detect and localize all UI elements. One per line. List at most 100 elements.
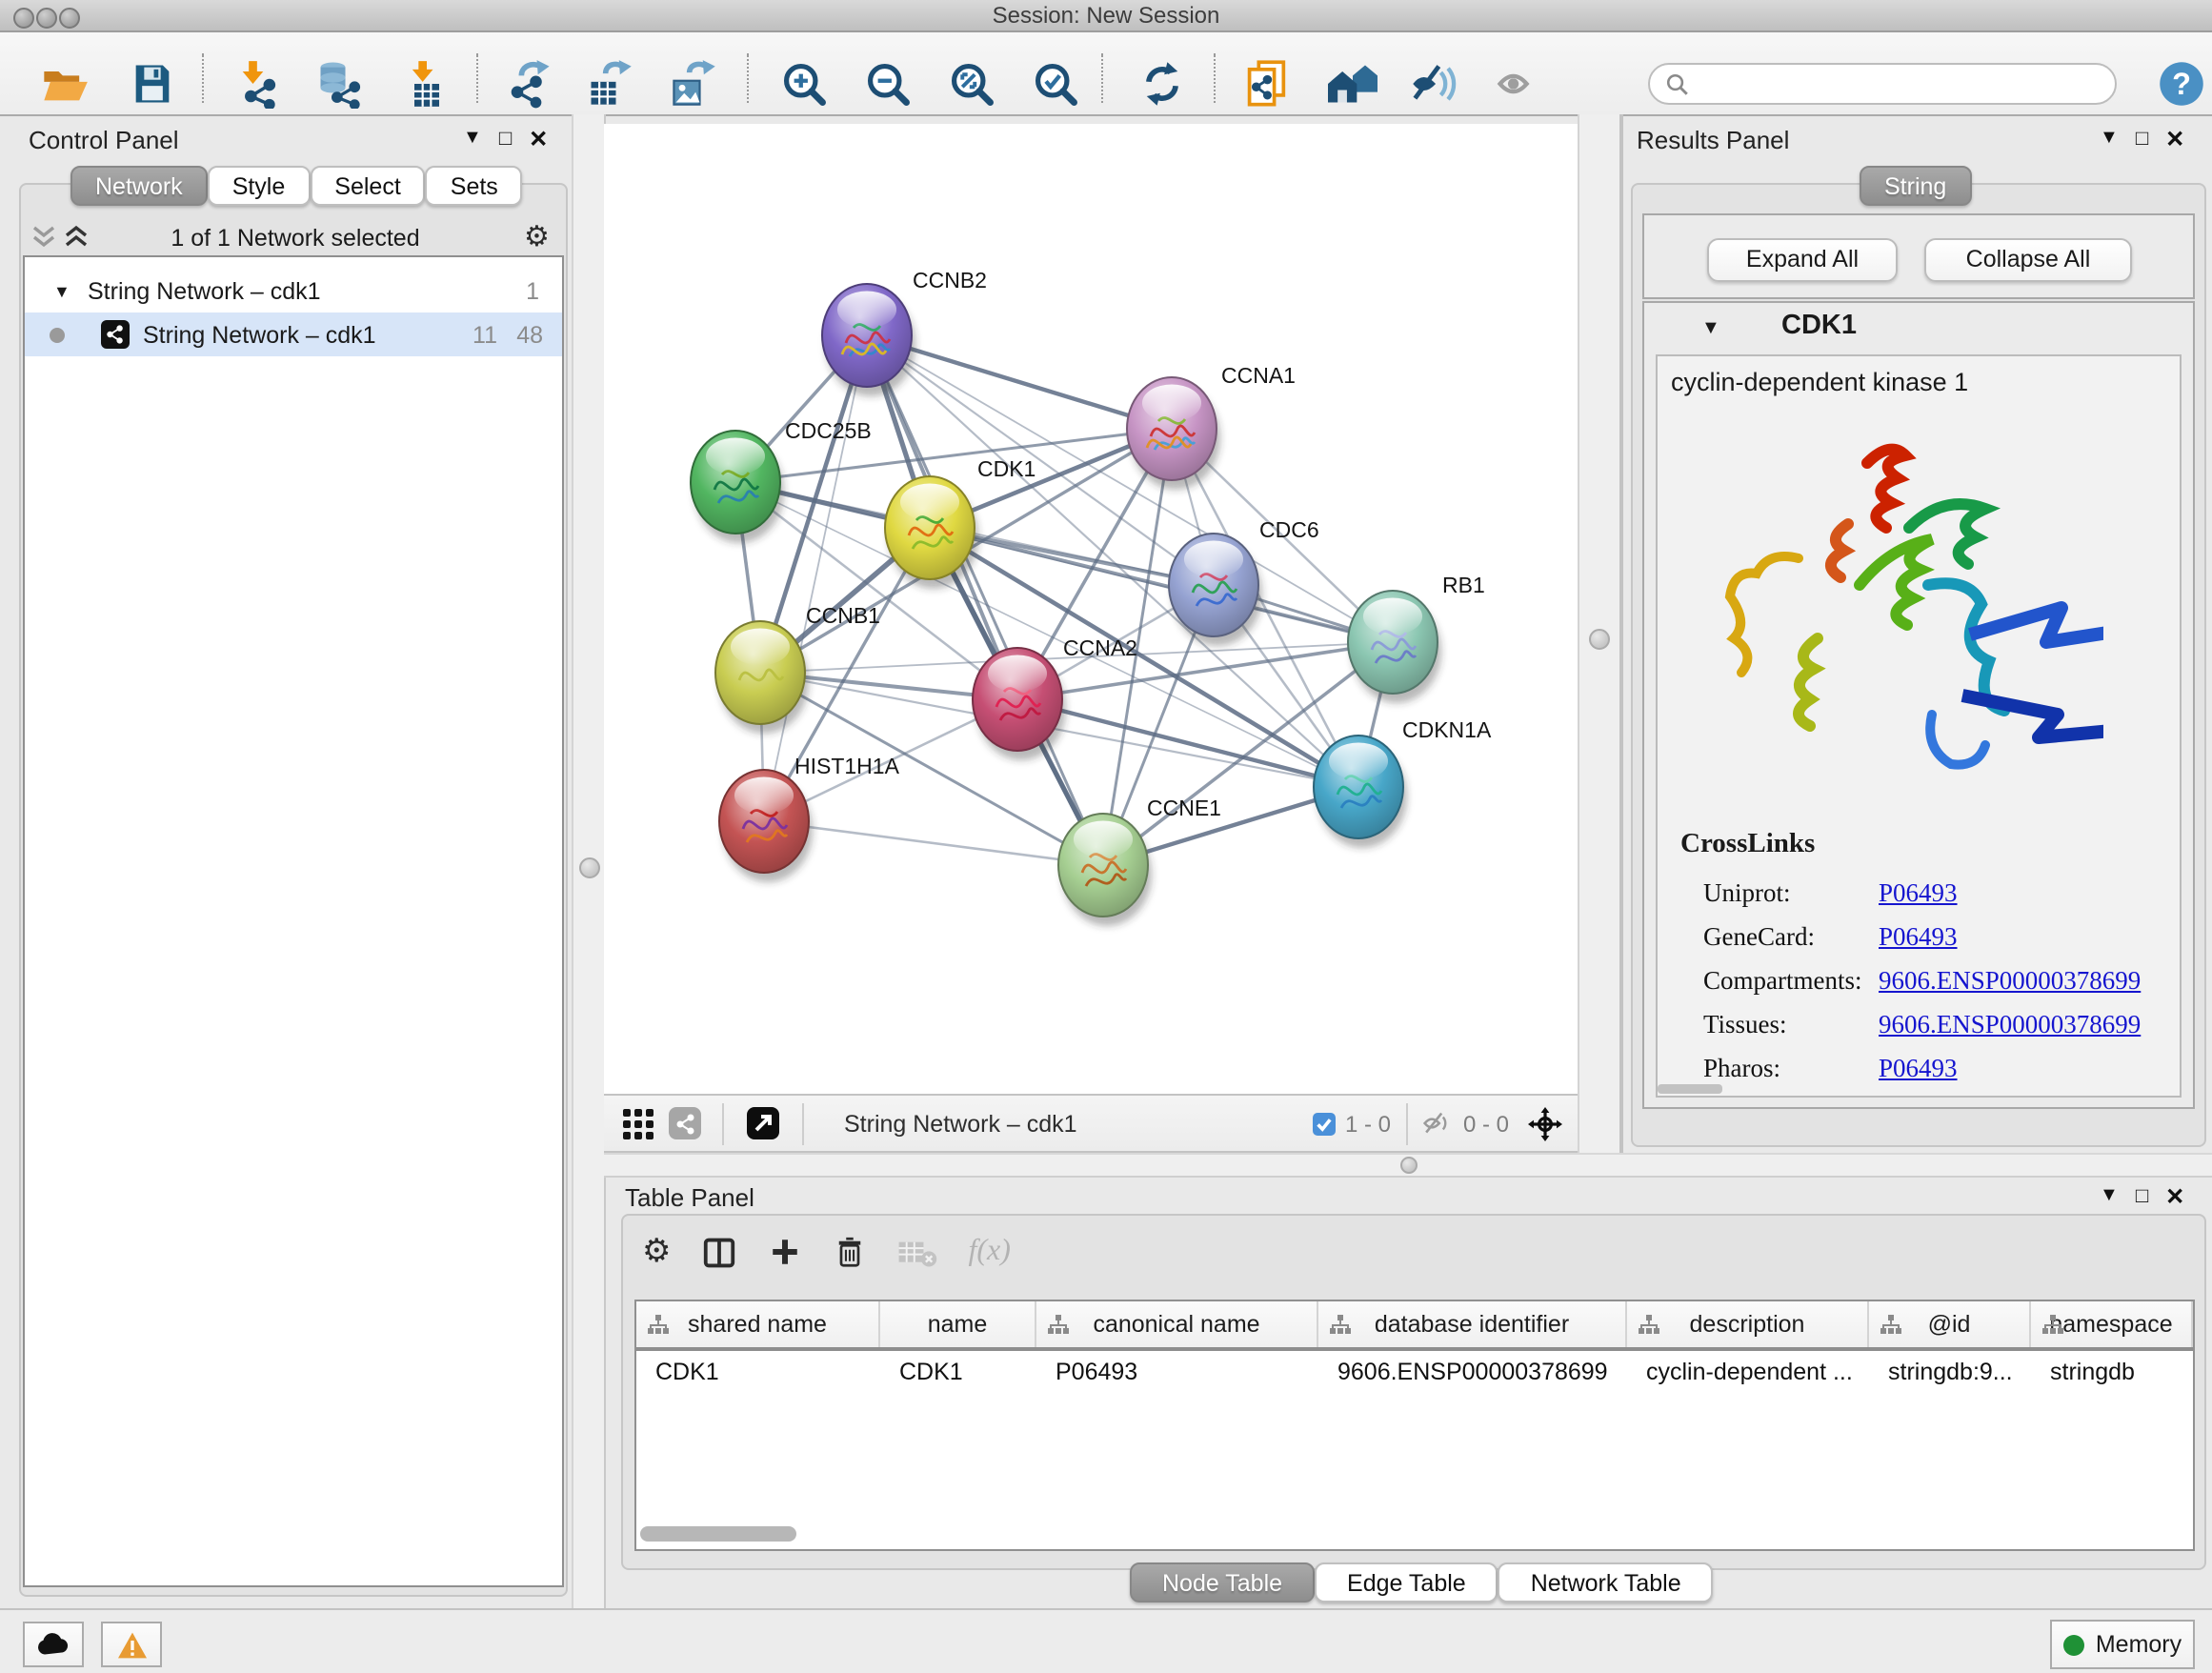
network-node-CDC25B[interactable]: CDC25B (691, 418, 872, 543)
cell-name[interactable]: CDK1 (880, 1359, 1036, 1385)
column-header-database-identifier[interactable]: database identifier (1318, 1301, 1627, 1347)
apply-preferred-layout-icon[interactable] (1137, 59, 1187, 109)
save-session-icon[interactable] (128, 59, 177, 109)
import-network-from-file-icon[interactable] (234, 59, 284, 109)
export-network-icon[interactable] (505, 59, 554, 109)
tab-select[interactable]: Select (310, 166, 426, 206)
network-node-HIST1H1A[interactable]: HIST1H1A (719, 754, 900, 882)
search-box[interactable] (1648, 63, 2117, 105)
detach-view-icon[interactable] (747, 1107, 779, 1139)
network-tree-root-row[interactable]: ▼ String Network – cdk1 1 (25, 269, 562, 312)
network-node-CCNE1[interactable]: CCNE1 (1058, 796, 1221, 926)
zoom-selected-icon[interactable] (1031, 59, 1080, 109)
cell-namespace[interactable]: stringdb (2031, 1359, 2193, 1385)
show-graphics-details-icon[interactable] (1328, 59, 1377, 109)
float-panel-icon[interactable]: ▼ (463, 128, 482, 151)
column-header-namespace[interactable]: namespace (2031, 1301, 2193, 1347)
section-expander-icon[interactable]: ▼ (1701, 318, 1720, 339)
float-panel-icon[interactable]: ▼ (2100, 128, 2119, 151)
zoom-fit-icon[interactable] (947, 59, 996, 109)
cloud-services-button[interactable] (23, 1622, 84, 1667)
import-table-from-file-icon[interactable] (402, 59, 452, 109)
cell-shared-name[interactable]: CDK1 (636, 1359, 880, 1385)
expand-all-networks-icon[interactable] (63, 223, 90, 250)
tab-string[interactable]: String (1860, 166, 1971, 206)
column-header-id[interactable]: @id (1869, 1301, 2031, 1347)
network-node-CDC6[interactable]: CDC6 (1169, 517, 1319, 646)
collapse-all-button[interactable]: Collapse All (1924, 238, 2132, 282)
network-node-CDKN1A[interactable]: CDKN1A (1314, 717, 1492, 848)
tab-network[interactable]: Network (70, 166, 208, 206)
cell-description[interactable]: cyclin-dependent ... (1627, 1359, 1869, 1385)
cell-database-identifier[interactable]: 9606.ENSP00000378699 (1318, 1359, 1627, 1385)
column-header-canonical-name[interactable]: canonical name (1036, 1301, 1318, 1347)
crosslink-tissues[interactable]: 9606.ENSP00000378699 (1879, 1009, 2141, 1039)
undock-panel-icon[interactable]: □ (499, 128, 512, 151)
network-canvas[interactable]: CCNB2CCNA1CDC25BCDK1CDC6RB1CCNB1CCNA2CDK… (604, 124, 1578, 1094)
show-grid-icon[interactable] (623, 1108, 654, 1139)
string-network-graph[interactable]: CCNB2CCNA1CDC25BCDK1CDC6RB1CCNB1CCNA2CDK… (604, 124, 1578, 1094)
undock-panel-icon[interactable]: □ (2136, 1185, 2148, 1208)
hidden-eye-icon[interactable] (1423, 1111, 1454, 1136)
table-options-gear-icon[interactable]: ⚙ (642, 1233, 672, 1271)
export-image-icon[interactable] (669, 59, 718, 109)
left-splitter-grip[interactable] (578, 857, 599, 878)
undock-panel-icon[interactable]: □ (2136, 128, 2148, 151)
right-splitter-grip[interactable] (1589, 629, 1610, 650)
delete-table-icon[interactable] (898, 1236, 938, 1268)
cell-canonical-name[interactable]: P06493 (1036, 1359, 1318, 1385)
string-view-icon[interactable] (669, 1107, 701, 1139)
export-table-icon[interactable] (585, 59, 634, 109)
open-session-icon[interactable] (40, 59, 90, 109)
help-icon[interactable]: ? (2157, 59, 2206, 109)
crosslink-genecard[interactable]: P06493 (1879, 921, 1958, 952)
search-input[interactable] (1699, 69, 2100, 99)
tab-network-table[interactable]: Network Table (1498, 1562, 1714, 1602)
network-panel-options-gear-icon[interactable]: ⚙ (524, 219, 550, 253)
table-horizontal-scrollbar[interactable] (640, 1526, 796, 1542)
show-columns-icon[interactable] (702, 1234, 738, 1270)
network-node-RB1[interactable]: RB1 (1348, 573, 1485, 703)
network-node-CCNA1[interactable]: CCNA1 (1127, 363, 1296, 490)
close-panel-icon[interactable]: ✕ (2165, 1185, 2184, 1208)
column-header-name[interactable]: name (880, 1301, 1036, 1347)
horizontal-splitter-grip[interactable] (1400, 1157, 1418, 1174)
tab-edge-table[interactable]: Edge Table (1315, 1562, 1498, 1602)
network-node-CCNB2[interactable]: CCNB2 (822, 268, 987, 396)
network-tree-selected-row[interactable]: String Network – cdk1 11 48 (25, 312, 562, 356)
close-panel-icon[interactable]: ✕ (529, 128, 548, 151)
warnings-button[interactable] (101, 1622, 162, 1667)
crosslink-compartments[interactable]: 9606.ENSP00000378699 (1879, 965, 2141, 996)
crosslink-pharos[interactable]: P06493 (1879, 1053, 1958, 1083)
crosslink-uniprot[interactable]: P06493 (1879, 877, 1958, 908)
column-header-shared-name[interactable]: shared name (636, 1301, 880, 1347)
results-horizontal-scrollbar[interactable] (1658, 1084, 1722, 1094)
close-panel-icon[interactable]: ✕ (2165, 128, 2184, 151)
show-all-icon[interactable] (1494, 59, 1543, 109)
float-panel-icon[interactable]: ▼ (2100, 1185, 2119, 1208)
network-node-CCNA2[interactable]: CCNA2 (973, 635, 1137, 760)
hide-selected-icon[interactable] (1410, 59, 1459, 109)
left-splitter[interactable] (572, 114, 606, 1608)
control-panel: Control Panel ▼ □ ✕ Network Style Select… (0, 114, 572, 1608)
tab-node-table[interactable]: Node Table (1130, 1562, 1315, 1602)
tab-sets[interactable]: Sets (426, 166, 523, 206)
selected-checkbox-icon[interactable] (1313, 1112, 1336, 1135)
add-column-icon[interactable] (769, 1235, 803, 1269)
delete-column-icon[interactable] (834, 1235, 868, 1269)
right-splitter[interactable] (1578, 114, 1623, 1153)
column-header-description[interactable]: description (1627, 1301, 1869, 1347)
birds-eye-toggle-icon[interactable] (1528, 1106, 1562, 1140)
table-row[interactable]: CDK1 CDK1 P06493 9606.ENSP00000378699 cy… (636, 1351, 2193, 1393)
function-builder-icon[interactable]: f(x) (969, 1235, 1011, 1269)
memory-button[interactable]: Memory (2050, 1620, 2195, 1669)
expand-all-button[interactable]: Expand All (1707, 238, 1898, 282)
import-network-from-database-icon[interactable] (314, 59, 364, 109)
collapse-all-networks-icon[interactable] (30, 223, 57, 250)
tab-style[interactable]: Style (208, 166, 311, 206)
zoom-out-icon[interactable] (863, 59, 913, 109)
cell-id[interactable]: stringdb:9... (1869, 1359, 2031, 1385)
new-network-from-selection-icon[interactable] (1242, 59, 1292, 109)
tree-expander-icon[interactable]: ▼ (53, 281, 70, 300)
zoom-in-icon[interactable] (779, 59, 829, 109)
